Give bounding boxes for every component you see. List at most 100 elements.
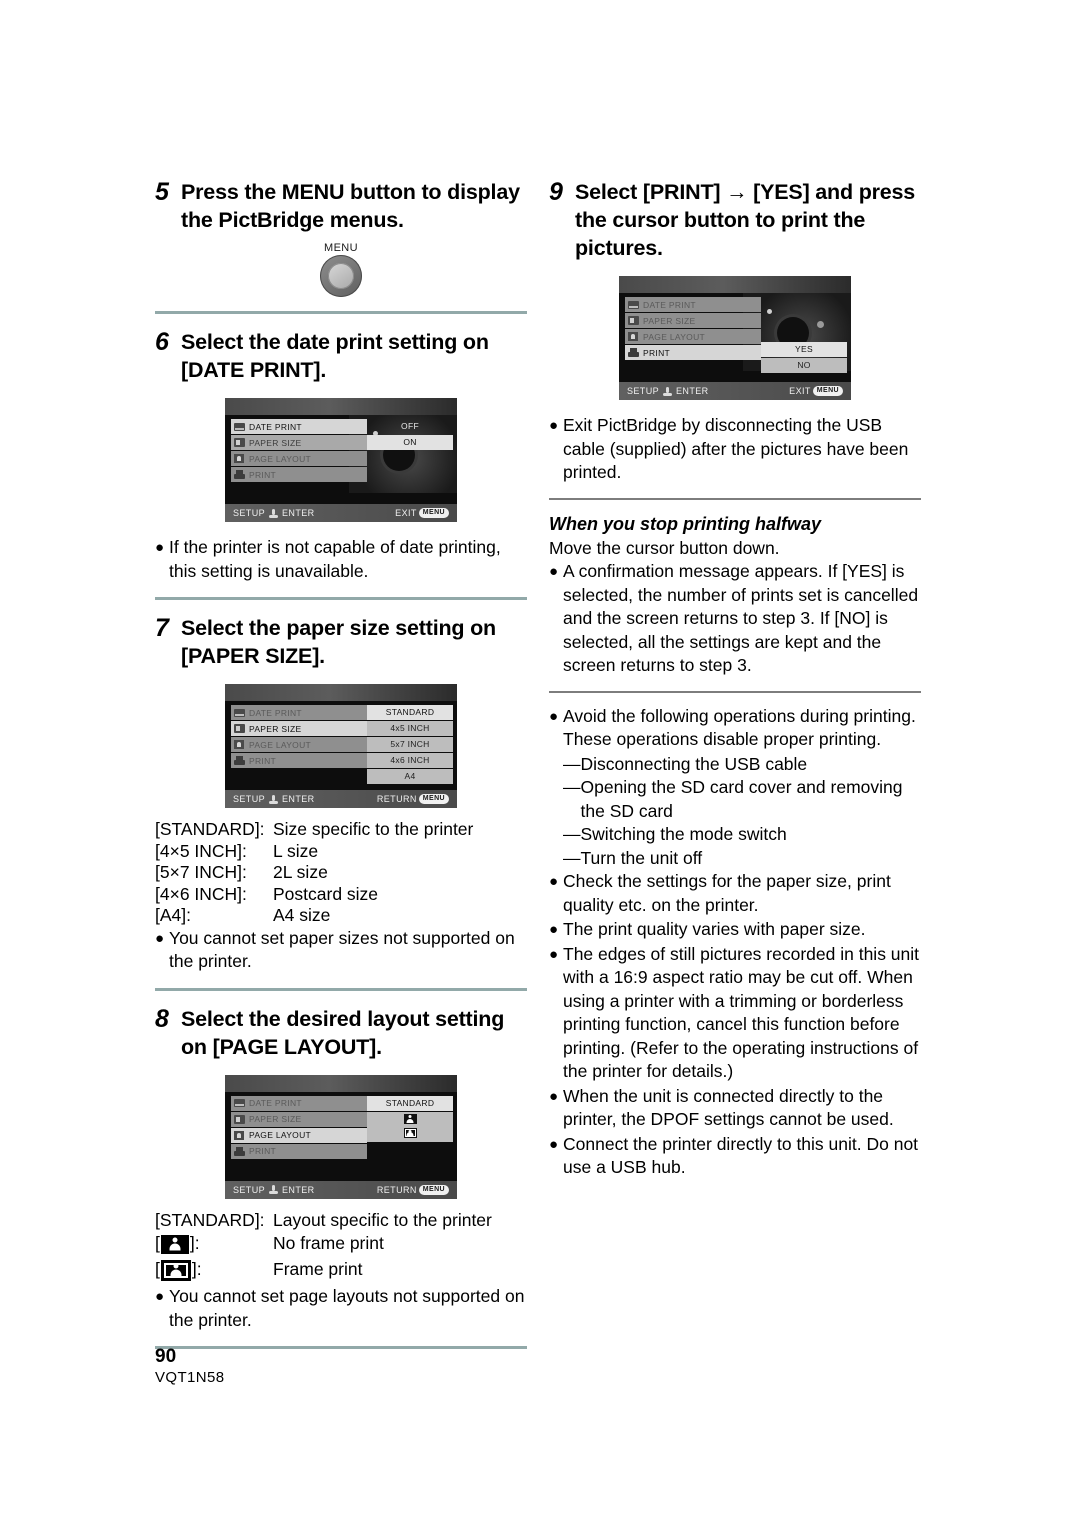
left-column: 5 Press the MENU button to display the P… xyxy=(155,178,527,1363)
lcd-row-paper-size[interactable]: PAPER SIZE xyxy=(231,721,367,736)
legend-key: [STANDARD]: xyxy=(155,1209,265,1230)
page-footer: 90 VQT1N58 xyxy=(155,1346,225,1388)
note-text: You cannot set page layouts not supporte… xyxy=(169,1286,525,1330)
note-text: The print quality varies with paper size… xyxy=(563,919,866,939)
date-icon xyxy=(234,1099,249,1107)
divider xyxy=(155,987,527,991)
lcd-menu-rows: DATE PRINT PAPER SIZE PAGE LAYOUT PRINT xyxy=(231,419,367,483)
dash-icon: — xyxy=(563,847,581,868)
bullet-icon: ● xyxy=(549,921,559,938)
bullet-icon: ● xyxy=(549,1087,559,1105)
legend-row: [ ]: Frame print xyxy=(155,1257,527,1283)
menu-badge-icon: MENU xyxy=(812,386,843,396)
lcd-exit-label: EXIT xyxy=(789,386,811,396)
step-8-number: 8 xyxy=(155,1004,169,1033)
note-text: Exit PictBridge by disconnecting the USB… xyxy=(563,415,909,482)
lcd-statusbar: SETUP ENTER RETURN MENU xyxy=(225,790,457,808)
date-icon xyxy=(234,708,249,717)
step-7: 7 Select the paper size setting on [PAPE… xyxy=(155,614,527,670)
menu-badge-icon: MENU xyxy=(418,1184,449,1195)
sub-item-text: Turn the unit off xyxy=(580,847,703,868)
lcd-row-page-layout[interactable]: PAGE LAYOUT xyxy=(625,329,761,344)
sub-item-text: Disconnecting the USB cable xyxy=(580,753,808,774)
dash-icon: — xyxy=(563,777,581,797)
lcd-row-print[interactable]: PRINT xyxy=(625,345,761,360)
note-item: ● A confirmation message appears. If [YE… xyxy=(549,560,921,678)
lcd-enter-label: ENTER xyxy=(282,508,315,518)
lcd-row-paper-size[interactable]: PAPER SIZE xyxy=(231,1111,367,1127)
note-text: Check the settings for the paper size, p… xyxy=(563,871,891,915)
lcd-row-paper-size[interactable]: PAPER SIZE xyxy=(625,313,761,328)
lcd-setup-label: SETUP xyxy=(233,1184,266,1195)
step-8: 8 Select the desired layout setting on [… xyxy=(155,1005,527,1061)
legend-key: [ ]: xyxy=(155,1259,202,1281)
paper-icon xyxy=(234,1114,249,1124)
lcd-row-print[interactable]: PRINT xyxy=(231,753,367,768)
bullet-icon: ● xyxy=(549,563,559,580)
lcd-row-page-layout[interactable]: PAGE LAYOUT xyxy=(231,1127,367,1143)
note-item: ● The print quality varies with paper si… xyxy=(549,918,921,942)
lcd-row-date-print[interactable]: DATE PRINT xyxy=(231,705,367,720)
lcd-row-page-layout[interactable]: PAGE LAYOUT xyxy=(231,737,367,752)
note-item: ● If the printer is not capable of date … xyxy=(155,536,527,583)
lcd-row-print[interactable]: PRINT xyxy=(231,1143,367,1159)
lcd-titlebar xyxy=(225,398,457,415)
legend-value: L size xyxy=(273,840,319,861)
menu-button-inner xyxy=(328,263,354,289)
lcd-setup-label: SETUP xyxy=(233,508,266,518)
lcd-value-on[interactable]: ON xyxy=(367,435,453,450)
lcd-row-page-layout[interactable]: PAGE LAYOUT xyxy=(231,451,367,466)
divider xyxy=(549,497,921,500)
lcd-value-5x7[interactable]: 5x7 INCH xyxy=(367,737,453,752)
lcd-value-off[interactable]: OFF xyxy=(367,419,453,434)
page-layout-frame-icon[interactable] xyxy=(367,1127,453,1141)
lcd-value-a4[interactable]: A4 xyxy=(367,769,453,784)
page-layout-noframe-icon[interactable] xyxy=(367,1113,453,1127)
paper-icon xyxy=(234,724,249,733)
lcd-enter-label: ENTER xyxy=(282,1184,315,1195)
lcd-value-4x5[interactable]: 4x5 INCH xyxy=(367,721,453,736)
lcd-menu-rows: DATE PRINT PAPER SIZE PAGE LAYOUT PRINT xyxy=(625,297,761,361)
note-text: Connect the printer directly to this uni… xyxy=(563,1133,919,1178)
lcd-value-yes[interactable]: YES xyxy=(761,342,847,357)
lcd-row-date-print[interactable]: DATE PRINT xyxy=(231,1095,367,1111)
lcd-value-standard[interactable]: STANDARD xyxy=(367,1095,453,1111)
legend-key: [4×6 INCH]: xyxy=(155,883,247,904)
menu-badge-icon: MENU xyxy=(418,794,449,804)
note-item: ● You cannot set page layouts not suppor… xyxy=(155,1285,527,1332)
lcd-row-paper-size[interactable]: PAPER SIZE xyxy=(231,435,367,450)
lcd-row-label: PAGE LAYOUT xyxy=(643,331,706,342)
lcd-value-4x6[interactable]: 4x6 INCH xyxy=(367,753,453,768)
note-item: ● When the unit is connected directly to… xyxy=(549,1085,921,1132)
bullet-icon: ● xyxy=(549,945,559,963)
sub-item: — Turn the unit off xyxy=(563,847,921,871)
lcd-row-label: DATE PRINT xyxy=(249,1098,302,1108)
lcd-statusbar: SETUP ENTER EXIT MENU xyxy=(619,382,851,400)
lcd-return-label: RETURN xyxy=(376,794,417,804)
note-item: ● Exit PictBridge by disconnecting the U… xyxy=(549,414,921,485)
legend-value: Layout specific to the printer xyxy=(273,1209,492,1230)
bullet-icon: ● xyxy=(155,539,165,556)
bullet-icon: ● xyxy=(549,873,559,890)
lcd-row-print[interactable]: PRINT xyxy=(231,467,367,482)
lcd-row-date-print[interactable]: DATE PRINT xyxy=(231,419,367,434)
lcd-value-no[interactable]: NO xyxy=(761,358,847,373)
bullet-icon: ● xyxy=(155,1288,165,1305)
lcd-statusbar: SETUP ENTER EXIT MENU xyxy=(225,504,457,522)
note-text: When the unit is connected directly to t… xyxy=(563,1085,894,1130)
page-layout-noframe-icon xyxy=(160,1234,189,1254)
legend-value: 2L size xyxy=(273,862,328,882)
lcd-value-standard[interactable]: STANDARD xyxy=(367,705,453,720)
legend-value: Frame print xyxy=(273,1259,363,1280)
step-9-title: Select [PRINT] → [YES] and press the cur… xyxy=(575,180,916,260)
paper-icon xyxy=(628,316,643,325)
legend-row: [4×6 INCH]: Postcard size xyxy=(155,884,527,906)
lcd-row-label: PAPER SIZE xyxy=(249,1114,302,1124)
bullet-icon: ● xyxy=(155,929,165,947)
printer-icon xyxy=(234,1146,249,1156)
lcd-row-date-print[interactable]: DATE PRINT xyxy=(625,297,761,312)
note-text: Avoid the following operations during pr… xyxy=(563,705,916,750)
lcd-row-label: PAGE LAYOUT xyxy=(249,453,312,464)
legend-row: [STANDARD]: Size specific to the printer xyxy=(155,819,527,841)
legend-value: A4 size xyxy=(273,905,331,925)
